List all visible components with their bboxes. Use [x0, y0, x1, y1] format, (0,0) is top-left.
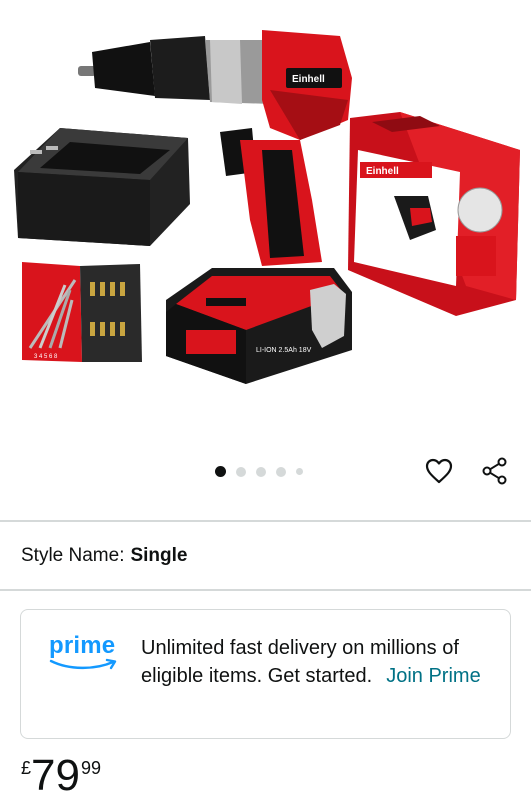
product-price: £ 79 99 — [21, 752, 101, 800]
prime-promo-card: prime Unlimited fast delivery on million… — [20, 609, 511, 739]
price-fraction: 99 — [80, 758, 101, 778]
product-image: Einhell LI-ION 2.5Ah 18V Einhell 3 4 5 6… — [14, 30, 520, 384]
svg-text:LI-ION 2.5Ah 18V: LI-ION 2.5Ah 18V — [256, 347, 312, 354]
image-carousel-dots[interactable] — [215, 466, 303, 477]
join-prime-link[interactable]: Join Prime — [386, 665, 480, 687]
price-currency-symbol: £ — [21, 758, 32, 778]
product-image-gallery[interactable]: Einhell LI-ION 2.5Ah 18V Einhell 3 4 5 6… — [0, 0, 531, 440]
style-name-label: Style Name: — [21, 545, 125, 566]
heart-outline-icon — [425, 458, 453, 484]
style-name-value: Single — [130, 545, 188, 566]
price-whole: 79 — [31, 751, 80, 800]
section-divider — [0, 520, 531, 522]
carousel-dot-1[interactable] — [215, 466, 226, 477]
prime-message: Unlimited fast delivery on millions of e… — [141, 634, 491, 690]
svg-text:3 4 5 6 8: 3 4 5 6 8 — [34, 354, 58, 360]
wishlist-button[interactable] — [424, 456, 454, 486]
section-divider — [0, 589, 531, 591]
svg-text:Einhell: Einhell — [292, 74, 325, 85]
prime-logo: prime — [49, 632, 121, 672]
svg-text:Einhell: Einhell — [366, 166, 399, 177]
style-name-selector[interactable]: Style Name: Single — [21, 545, 188, 567]
carousel-dot-5[interactable] — [296, 468, 303, 475]
carousel-dot-3[interactable] — [256, 466, 266, 477]
share-icon — [482, 457, 507, 485]
prime-logo-text: prime — [49, 632, 116, 659]
share-button[interactable] — [480, 456, 510, 486]
bit-set-image: 3 4 5 6 8 — [22, 262, 142, 362]
prime-smile-icon — [49, 658, 117, 670]
charger-image — [14, 128, 190, 246]
carry-case-image: Einhell — [348, 112, 520, 316]
carousel-dot-4[interactable] — [276, 466, 286, 477]
carousel-dot-2[interactable] — [236, 466, 246, 477]
